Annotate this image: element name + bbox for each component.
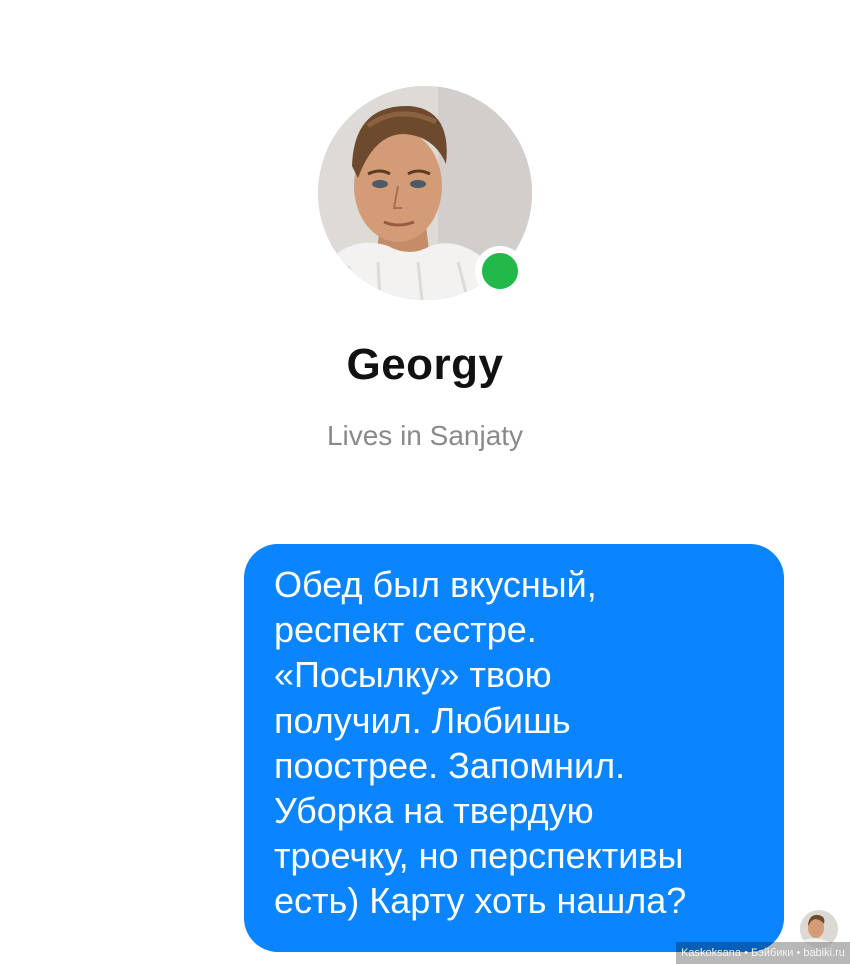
watermark: Kaskoksana • Бэйбики • babiki.ru [676, 942, 850, 964]
message-line: троечку, но перспективы [274, 835, 684, 877]
message-line: поострее. Запомнил. [274, 744, 626, 786]
online-status-indicator [475, 246, 525, 296]
profile-name[interactable]: Georgy [0, 340, 850, 390]
outgoing-message-bubble[interactable]: Обед был вкусный, респект сестре. «Посыл… [244, 544, 784, 952]
message-line: респект сестре. [274, 609, 537, 651]
profile-location: Lives in Sanjaty [326, 420, 524, 451]
message-line: Обед был вкусный, [274, 564, 597, 605]
message-line: «Посылку» твою [274, 654, 552, 696]
message-line: есть) Карту хоть нашла? [274, 880, 687, 922]
message-line: Уборка на твердую [274, 790, 594, 832]
profile-header: Georgy Lives in Sanjaty [0, 0, 850, 480]
message-line: получил. Любишь [274, 699, 571, 741]
